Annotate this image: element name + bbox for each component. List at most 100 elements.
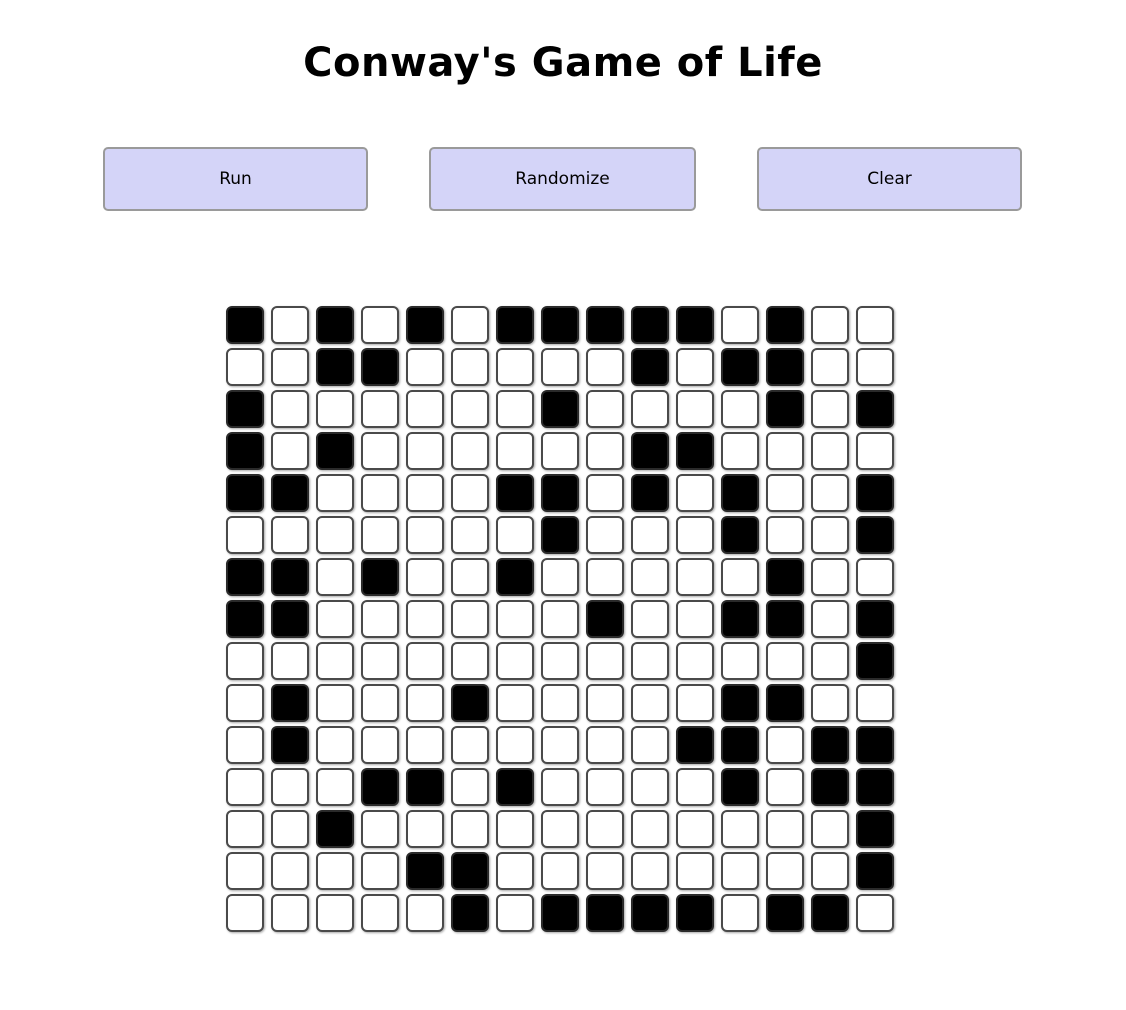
board-cell[interactable] (676, 852, 714, 890)
board-cell[interactable] (856, 474, 894, 512)
board-cell[interactable] (226, 642, 264, 680)
board-cell[interactable] (586, 348, 624, 386)
board-cell[interactable] (631, 600, 669, 638)
board-cell[interactable] (811, 474, 849, 512)
board-cell[interactable] (631, 684, 669, 722)
board-cell[interactable] (811, 684, 849, 722)
board-cell[interactable] (811, 558, 849, 596)
board-cell[interactable] (226, 474, 264, 512)
board-cell[interactable] (856, 558, 894, 596)
board-cell[interactable] (451, 726, 489, 764)
board-cell[interactable] (766, 306, 804, 344)
board-cell[interactable] (631, 852, 669, 890)
board-cell[interactable] (541, 474, 579, 512)
board-cell[interactable] (676, 684, 714, 722)
board-cell[interactable] (451, 600, 489, 638)
board-cell[interactable] (586, 390, 624, 428)
board-cell[interactable] (541, 306, 579, 344)
board-cell[interactable] (316, 558, 354, 596)
board-cell[interactable] (226, 684, 264, 722)
board-cell[interactable] (406, 684, 444, 722)
board-cell[interactable] (451, 810, 489, 848)
board-cell[interactable] (316, 432, 354, 470)
board-cell[interactable] (676, 306, 714, 344)
board-cell[interactable] (811, 390, 849, 428)
board-cell[interactable] (586, 642, 624, 680)
board-cell[interactable] (316, 516, 354, 554)
board-cell[interactable] (496, 642, 534, 680)
board-cell[interactable] (766, 348, 804, 386)
board-cell[interactable] (361, 768, 399, 806)
board-cell[interactable] (361, 642, 399, 680)
board-cell[interactable] (361, 390, 399, 428)
board-cell[interactable] (856, 810, 894, 848)
board-cell[interactable] (631, 390, 669, 428)
board-cell[interactable] (451, 474, 489, 512)
board-cell[interactable] (721, 852, 759, 890)
board-cell[interactable] (721, 894, 759, 932)
board-cell[interactable] (586, 432, 624, 470)
board-cell[interactable] (631, 516, 669, 554)
board-cell[interactable] (361, 684, 399, 722)
board-cell[interactable] (856, 852, 894, 890)
board-cell[interactable] (676, 516, 714, 554)
board-cell[interactable] (496, 474, 534, 512)
board-cell[interactable] (586, 474, 624, 512)
board-cell[interactable] (811, 768, 849, 806)
board-cell[interactable] (496, 684, 534, 722)
board-cell[interactable] (721, 390, 759, 428)
board-cell[interactable] (631, 642, 669, 680)
board-cell[interactable] (856, 390, 894, 428)
board-cell[interactable] (271, 432, 309, 470)
board-cell[interactable] (856, 894, 894, 932)
board-cell[interactable] (271, 726, 309, 764)
board-cell[interactable] (541, 852, 579, 890)
board-cell[interactable] (676, 726, 714, 764)
board-cell[interactable] (496, 768, 534, 806)
board-cell[interactable] (451, 768, 489, 806)
board-cell[interactable] (226, 306, 264, 344)
board-cell[interactable] (586, 726, 624, 764)
board-cell[interactable] (451, 684, 489, 722)
board-cell[interactable] (361, 474, 399, 512)
board-cell[interactable] (721, 600, 759, 638)
board-cell[interactable] (721, 432, 759, 470)
board-cell[interactable] (811, 894, 849, 932)
board-cell[interactable] (586, 516, 624, 554)
board-cell[interactable] (766, 432, 804, 470)
board-cell[interactable] (226, 852, 264, 890)
board-cell[interactable] (226, 768, 264, 806)
board-cell[interactable] (406, 348, 444, 386)
clear-button[interactable]: Clear (757, 147, 1022, 211)
board-cell[interactable] (541, 516, 579, 554)
board-cell[interactable] (811, 642, 849, 680)
board-cell[interactable] (226, 516, 264, 554)
board-cell[interactable] (586, 600, 624, 638)
run-button[interactable]: Run (103, 147, 368, 211)
board-cell[interactable] (406, 558, 444, 596)
board-cell[interactable] (766, 894, 804, 932)
board-cell[interactable] (721, 726, 759, 764)
board-cell[interactable] (406, 852, 444, 890)
board-cell[interactable] (766, 852, 804, 890)
board-cell[interactable] (316, 768, 354, 806)
board-cell[interactable] (541, 810, 579, 848)
board-cell[interactable] (406, 600, 444, 638)
board-cell[interactable] (541, 684, 579, 722)
board-cell[interactable] (721, 474, 759, 512)
board-cell[interactable] (541, 348, 579, 386)
board-cell[interactable] (676, 558, 714, 596)
board-cell[interactable] (316, 348, 354, 386)
board-cell[interactable] (676, 894, 714, 932)
board-cell[interactable] (496, 432, 534, 470)
board-cell[interactable] (406, 726, 444, 764)
board-cell[interactable] (406, 432, 444, 470)
board-cell[interactable] (361, 516, 399, 554)
board-cell[interactable] (811, 516, 849, 554)
board-cell[interactable] (226, 726, 264, 764)
board-cell[interactable] (856, 306, 894, 344)
board-cell[interactable] (676, 474, 714, 512)
board-cell[interactable] (631, 474, 669, 512)
board-cell[interactable] (271, 306, 309, 344)
board-cell[interactable] (451, 642, 489, 680)
